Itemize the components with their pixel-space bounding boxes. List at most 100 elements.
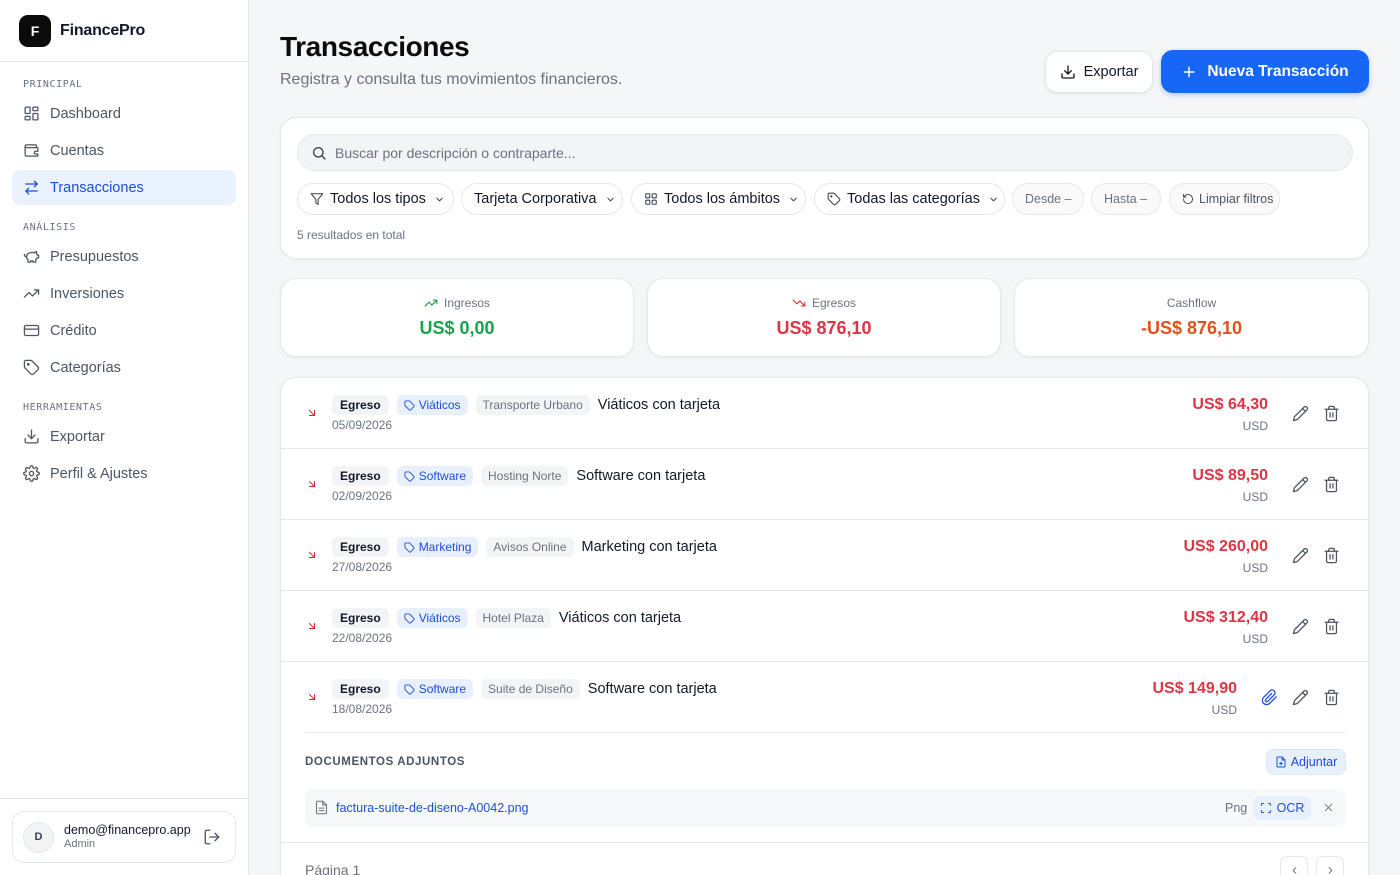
date-to-label: Hasta – xyxy=(1104,192,1148,206)
category-badge: Software xyxy=(396,679,474,699)
sidebar-item-cuentas[interactable]: Cuentas xyxy=(12,133,236,168)
sidebar-item-label: Dashboard xyxy=(50,105,121,122)
tag-icon xyxy=(23,359,40,376)
chevron-down-icon xyxy=(790,197,797,201)
search-icon xyxy=(313,146,326,160)
search-input[interactable] xyxy=(335,144,1235,161)
trending-up-icon xyxy=(424,299,438,307)
arrow-down-right-icon xyxy=(309,410,315,416)
sidebar-item-dashboard[interactable]: Dashboard xyxy=(12,96,236,131)
plus-icon xyxy=(1183,66,1195,77)
wallet-icon xyxy=(24,144,39,157)
type-filter-select[interactable]: Todos los tipos xyxy=(297,183,454,215)
trash-icon[interactable] xyxy=(1323,405,1340,422)
edit-icon[interactable] xyxy=(1292,547,1309,564)
sidebar-item-label: Inversiones xyxy=(50,285,125,302)
transaction-date: 22/08/2026 xyxy=(332,631,393,645)
scope-filter-value: Todos los ámbitos xyxy=(664,191,781,207)
trash-icon[interactable] xyxy=(1323,618,1340,635)
nav-section-analisis: ANÁLISIS xyxy=(23,222,76,233)
credit-card-icon xyxy=(23,324,40,337)
transaction-currency: USD xyxy=(1242,490,1268,504)
transaction-description: Software con tarjeta xyxy=(587,681,717,697)
transaction-description: Software con tarjeta xyxy=(576,468,706,484)
expense-label: Egresos xyxy=(811,296,857,310)
user-card: D demo@financepro.app Admin xyxy=(12,811,236,863)
edit-icon[interactable] xyxy=(1292,689,1309,706)
document-link[interactable]: factura-suite-de-diseno-A0042.png xyxy=(336,801,528,815)
document-item: factura-suite-de-diseno-A0042.png Png OC… xyxy=(305,789,1346,827)
divider xyxy=(305,732,1345,733)
income-value: US$ 0,00 xyxy=(419,318,495,338)
chevron-left-icon xyxy=(1292,866,1296,874)
attach-button-label: Adjuntar xyxy=(1290,755,1338,769)
table-row: Egreso Marketing Avisos Online Marketing… xyxy=(281,520,1368,591)
category-label: Software xyxy=(418,469,467,483)
category-badge: Viáticos xyxy=(396,608,468,628)
filters-card: Todos los tipos Tarjeta Corporativa Todo… xyxy=(280,117,1369,259)
table-row: Egreso Viáticos Hotel Plaza Viáticos con… xyxy=(281,591,1368,662)
trash-icon[interactable] xyxy=(1323,476,1340,493)
transaction-date: 05/09/2026 xyxy=(332,418,393,432)
transaction-description: Viáticos con tarjeta xyxy=(597,397,721,413)
sidebar-item-exportar[interactable]: Exportar xyxy=(12,419,236,454)
logout-icon[interactable] xyxy=(203,828,221,846)
download-icon xyxy=(1060,65,1075,79)
next-page-button[interactable] xyxy=(1316,856,1344,875)
ocr-button[interactable]: OCR xyxy=(1253,796,1311,820)
sidebar-item-presupuestos[interactable]: Presupuestos xyxy=(12,239,236,274)
transaction-amount: US$ 64,30 xyxy=(1192,396,1268,413)
user-email: demo@financepro.app xyxy=(64,822,191,837)
sidebar-item-transacciones[interactable]: Transacciones xyxy=(12,170,236,205)
account-filter-value: Tarjeta Corporativa xyxy=(474,191,597,207)
page-subtitle: Registra y consulta tus movimientos fina… xyxy=(280,71,623,88)
arrow-down-right-icon xyxy=(309,481,315,487)
category-label: Marketing xyxy=(418,540,472,554)
pagination-label: Página 1 xyxy=(305,862,361,875)
close-icon[interactable] xyxy=(1323,802,1334,813)
edit-icon[interactable] xyxy=(1292,476,1309,493)
user-role: Admin xyxy=(64,837,96,850)
attach-button[interactable]: Adjuntar xyxy=(1266,749,1346,775)
nav-section-principal: PRINCIPAL xyxy=(23,79,83,90)
export-button[interactable]: Exportar xyxy=(1045,51,1153,93)
results-count: 5 resultados en total xyxy=(297,228,406,242)
cashflow-label: Cashflow xyxy=(1166,296,1217,310)
type-badge: Egreso xyxy=(332,395,389,415)
sidebar-item-credito[interactable]: Crédito xyxy=(12,313,236,348)
gear-icon xyxy=(23,465,40,482)
trash-icon[interactable] xyxy=(1323,689,1340,706)
chevron-down-icon xyxy=(436,197,443,201)
brand-name: FinancePro xyxy=(60,21,146,39)
prev-page-button[interactable] xyxy=(1280,856,1308,875)
scope-filter-select[interactable]: Todos los ámbitos xyxy=(631,183,806,215)
trash-icon[interactable] xyxy=(1323,547,1340,564)
new-transaction-button[interactable]: Nueva Transacción xyxy=(1161,50,1369,93)
trending-down-icon xyxy=(792,299,806,307)
arrow-down-right-icon xyxy=(309,694,315,700)
type-badge: Egreso xyxy=(332,608,389,628)
paperclip-icon[interactable] xyxy=(1261,689,1278,706)
clear-filters-button[interactable]: Limpiar filtros xyxy=(1169,183,1280,215)
date-from-button[interactable]: Desde – xyxy=(1012,183,1084,215)
sidebar-item-inversiones[interactable]: Inversiones xyxy=(12,276,236,311)
sidebar-item-label: Cuentas xyxy=(50,142,105,159)
account-filter-select[interactable]: Tarjeta Corporativa xyxy=(461,183,623,215)
category-filter-select[interactable]: Todas las categorías xyxy=(814,183,1005,215)
category-badge: Viáticos xyxy=(396,395,468,415)
date-to-button[interactable]: Hasta – xyxy=(1091,183,1161,215)
table-row: Egreso Software Hosting Norte Software c… xyxy=(281,449,1368,520)
sidebar-item-perfil-ajustes[interactable]: Perfil & Ajustes xyxy=(12,456,236,491)
tag-icon xyxy=(827,192,841,206)
reset-icon xyxy=(1183,194,1193,204)
chevron-down-icon xyxy=(606,197,614,201)
sidebar-item-categorias[interactable]: Categorías xyxy=(12,350,236,385)
documents-title: DOCUMENTOS ADJUNTOS xyxy=(305,756,466,768)
sidebar-item-label: Transacciones xyxy=(50,179,144,196)
edit-icon[interactable] xyxy=(1292,405,1309,422)
edit-icon[interactable] xyxy=(1292,618,1309,635)
document-type: Png xyxy=(1225,801,1248,815)
cashflow-stat-card: Cashflow -US$ 876,10 xyxy=(1014,278,1369,357)
category-label: Viáticos xyxy=(418,398,461,412)
sidebar-item-label: Crédito xyxy=(50,322,97,339)
